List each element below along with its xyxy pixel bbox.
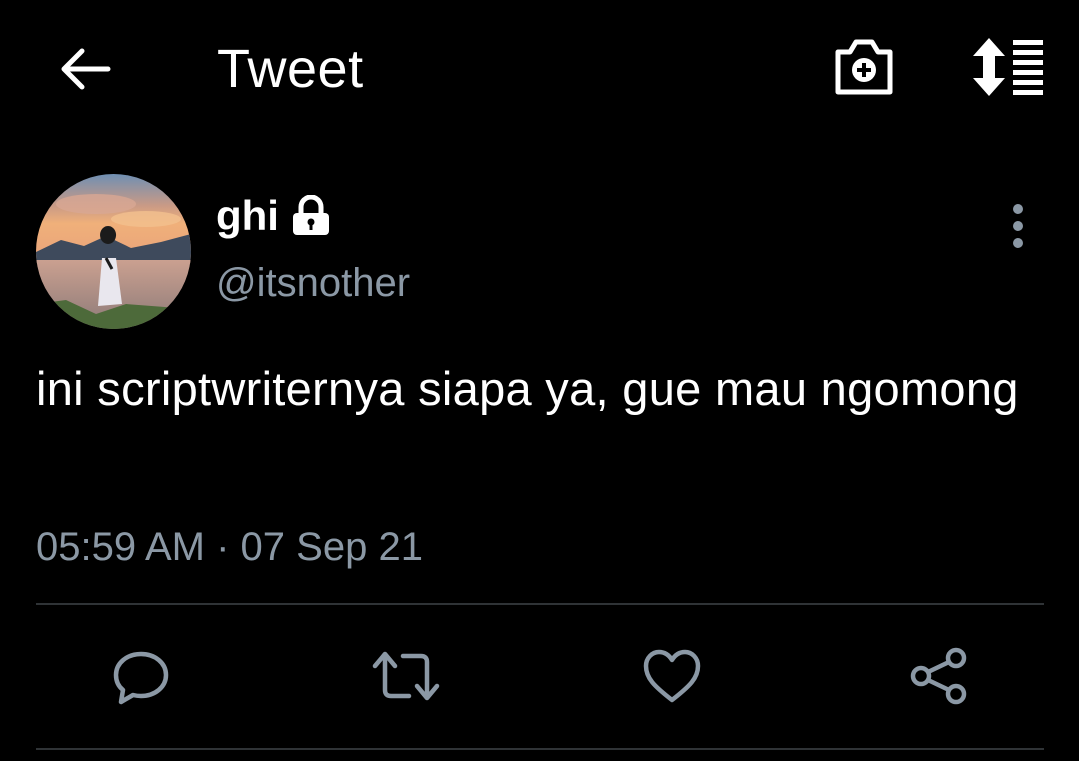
page-title: Tweet [217, 39, 364, 99]
top-app-bar: Tweet [0, 0, 1079, 140]
display-name[interactable]: ghi [216, 190, 279, 242]
back-button[interactable] [52, 40, 116, 98]
sort-button[interactable] [965, 34, 1049, 100]
avatar[interactable] [36, 174, 191, 329]
reply-icon [113, 651, 169, 705]
tweet-timestamp: 05:59 AM · 07 Sep 21 [36, 525, 423, 569]
divider [36, 603, 1044, 605]
camera-plus-icon [835, 39, 893, 95]
reply-button[interactable] [105, 640, 177, 712]
retweet-button[interactable] [370, 640, 442, 712]
more-options-button[interactable] [998, 200, 1038, 252]
share-button[interactable] [903, 640, 975, 712]
divider [36, 748, 1044, 750]
like-button[interactable] [636, 640, 708, 712]
lock-icon [292, 195, 329, 235]
like-icon [643, 649, 701, 703]
author-name-row[interactable]: ghi [216, 190, 333, 242]
user-handle[interactable]: @itsnother [216, 258, 410, 308]
tweet-text: ini scriptwriternya siapa ya, gue mau ng… [36, 362, 1019, 415]
camera-button[interactable] [830, 34, 898, 100]
back-arrow-icon [61, 48, 111, 90]
more-vertical-icon [1013, 204, 1023, 248]
share-icon [910, 647, 967, 705]
retweet-icon [372, 651, 440, 701]
sort-list-icon [973, 38, 1043, 96]
